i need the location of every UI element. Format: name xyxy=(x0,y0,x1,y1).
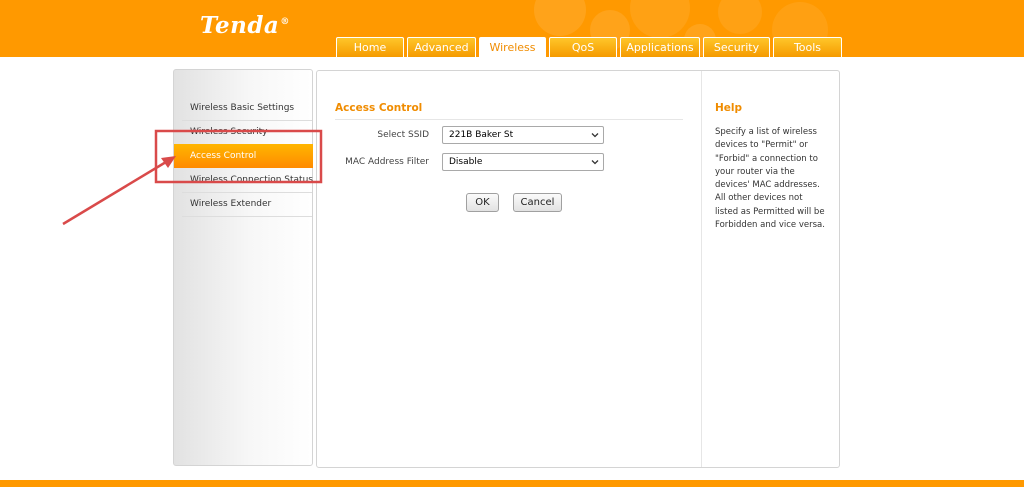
main-nav-tabs: Home Advanced Wireless QoS Applications … xyxy=(336,37,845,57)
annotation-arrow-line xyxy=(62,160,167,226)
ssid-select-value: 221B Baker St xyxy=(449,130,514,140)
ok-button[interactable]: OK xyxy=(466,193,499,212)
tab-security[interactable]: Security xyxy=(703,37,770,57)
sidebar-item-wireless-basic-settings[interactable]: Wireless Basic Settings xyxy=(174,96,313,120)
tenda-logo[interactable]: Tenda® xyxy=(200,12,290,39)
sidebar-item-access-control[interactable]: Access Control xyxy=(174,144,313,168)
top-header: Tenda® Home Advanced Wireless QoS Applic… xyxy=(0,0,1024,57)
tab-advanced[interactable]: Advanced xyxy=(407,37,476,57)
sidebar-item-wireless-extender[interactable]: Wireless Extender xyxy=(174,192,313,216)
mac-filter-select-value: Disable xyxy=(449,157,483,167)
sidebar-divider xyxy=(182,216,312,217)
sidebar-item-wireless-security[interactable]: Wireless Security xyxy=(174,120,313,144)
chevron-down-icon xyxy=(591,133,599,138)
chevron-down-icon xyxy=(591,160,599,165)
footer-bar xyxy=(0,480,1024,487)
help-title: Help xyxy=(715,102,743,114)
tab-applications[interactable]: Applications xyxy=(620,37,700,57)
help-divider xyxy=(701,71,702,467)
ssid-select[interactable]: 221B Baker St xyxy=(442,126,604,144)
help-text: Specify a list of wireless devices to "P… xyxy=(715,127,825,231)
mac-filter-label: MAC Address Filter xyxy=(345,157,429,167)
content-panel: Access Control Select SSID 221B Baker St… xyxy=(316,70,840,468)
tab-qos[interactable]: QoS xyxy=(549,37,617,57)
page-title: Access Control xyxy=(335,102,423,114)
cancel-button[interactable]: Cancel xyxy=(513,193,562,212)
mac-filter-select[interactable]: Disable xyxy=(442,153,604,171)
sidebar: Wireless Basic Settings Wireless Securit… xyxy=(173,69,313,466)
sidebar-item-wireless-connection-status[interactable]: Wireless Connection Status xyxy=(174,168,313,192)
tab-home[interactable]: Home xyxy=(336,37,404,57)
tab-tools[interactable]: Tools xyxy=(773,37,842,57)
title-divider xyxy=(335,119,683,120)
ssid-label: Select SSID xyxy=(377,130,429,140)
tab-wireless[interactable]: Wireless xyxy=(479,37,546,57)
